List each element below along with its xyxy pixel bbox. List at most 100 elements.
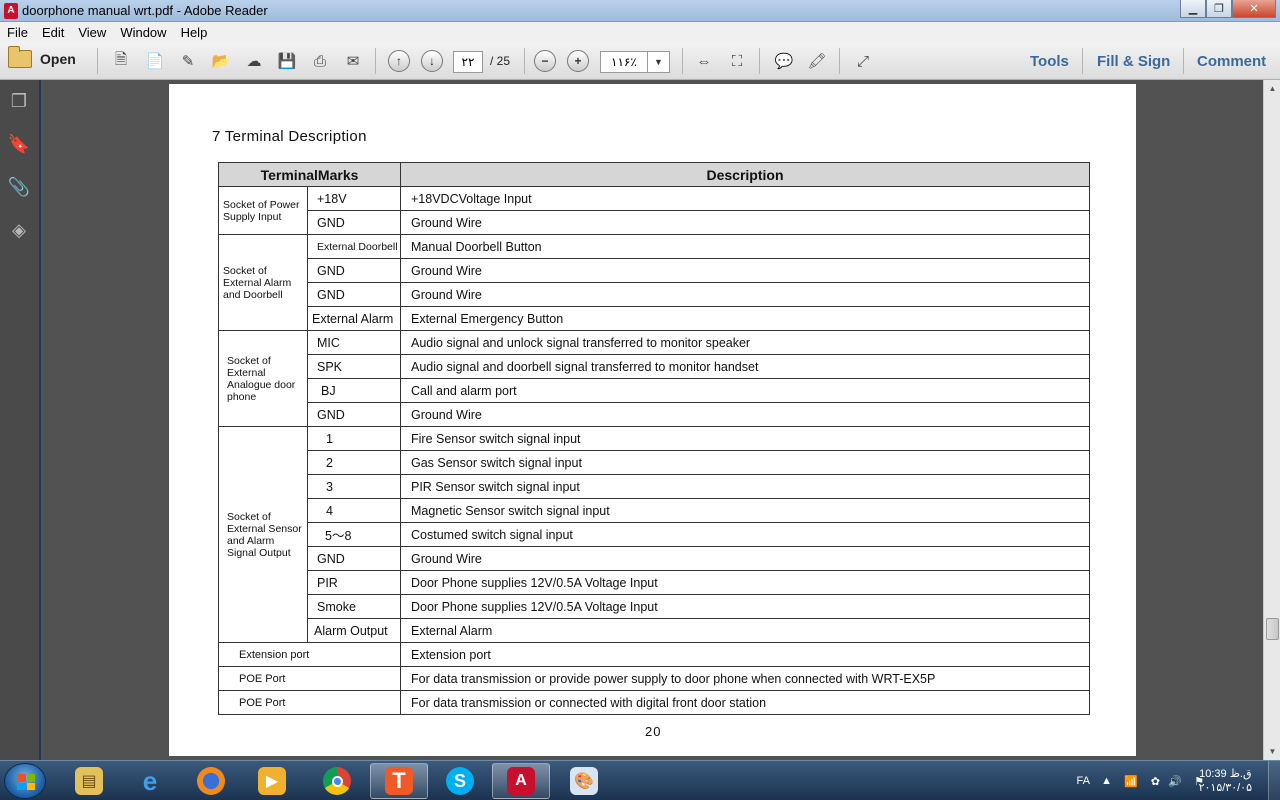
taskbar-internet-explorer[interactable]: e	[121, 763, 179, 799]
upload-cloud-icon[interactable]: ☁	[242, 50, 266, 72]
chevron-down-icon[interactable]: ▼	[647, 52, 669, 72]
scroll-down-icon[interactable]: ▼	[1264, 743, 1280, 760]
table-row: 3 PIR Sensor switch signal input	[219, 474, 1090, 499]
chevron-up-icon: ▲	[1101, 775, 1112, 787]
comment-pane-button[interactable]: Comment	[1197, 53, 1266, 70]
zoom-select[interactable]: ۱۱۶٪ ▼	[600, 51, 670, 73]
taskbar-t-app[interactable]: T	[370, 763, 428, 799]
bookmarks-icon[interactable]: 🔖	[8, 133, 30, 155]
menu-window[interactable]: Window	[113, 25, 173, 40]
title-bar: A doorphone manual wrt.pdf - Adobe Reade…	[0, 0, 1280, 22]
share-folder-icon[interactable]: 📂	[209, 50, 233, 72]
taskbar-paint[interactable]: 🎨	[555, 763, 613, 799]
table-row: BJ Call and alarm port	[219, 378, 1090, 403]
mark-cell: +18V	[307, 186, 401, 211]
vertical-scrollbar[interactable]: ▲ ▼	[1263, 80, 1280, 760]
export-pdf-icon[interactable]: 📄	[143, 50, 167, 72]
menu-edit[interactable]: Edit	[35, 25, 71, 40]
mark-cell: External Doorbell	[307, 234, 401, 259]
description-cell: Ground Wire	[400, 402, 1090, 427]
mark-cell: External Alarm	[307, 306, 401, 331]
mark-cell: 1	[307, 426, 401, 451]
print-icon[interactable]: ⎙	[308, 50, 332, 72]
taskbar-adobe-reader[interactable]: A	[492, 763, 550, 799]
table-row: Socket of External Alarm and Doorbell Ex…	[218, 234, 1090, 331]
description-cell: Ground Wire	[400, 546, 1090, 571]
network-icon[interactable]: 📶	[1124, 761, 1138, 800]
taskbar-skype[interactable]: S	[431, 763, 489, 799]
create-pdf-icon[interactable]: 🗎	[109, 50, 133, 72]
open-button[interactable]: Open	[8, 46, 76, 68]
section-heading: 7 Terminal Description	[212, 128, 367, 145]
description-cell: +18VDCVoltage Input	[400, 186, 1090, 211]
zoom-out-button[interactable]: −	[533, 50, 557, 72]
toolbar-separator	[97, 48, 98, 74]
full-screen-icon[interactable]: ⤢	[851, 50, 875, 72]
edit-pdf-icon[interactable]: ✎	[176, 50, 200, 72]
mark-cell: GND	[307, 210, 401, 235]
toolbar-separator	[524, 48, 525, 74]
scrollbar-thumb[interactable]	[1266, 618, 1279, 640]
page-number: 20	[645, 724, 662, 739]
arrow-down-icon: ↓	[421, 50, 443, 72]
speaker-icon[interactable]: 🔊	[1168, 761, 1182, 800]
maximize-button[interactable]: ❐	[1206, 0, 1232, 18]
show-hidden-icons[interactable]: ▲	[1101, 761, 1112, 800]
table-row: GND Ground Wire	[219, 546, 1090, 571]
table-row: Socket of Power Supply Input +18V +18VDC…	[218, 186, 1090, 235]
mark-cell: GND	[307, 546, 401, 571]
taskbar-explorer[interactable]: ▤	[60, 763, 118, 799]
attachments-icon[interactable]: 📎	[8, 176, 30, 198]
zoom-value: ۱۱۶٪	[611, 55, 637, 69]
taskbar-firefox[interactable]	[182, 763, 240, 799]
open-label: Open	[40, 51, 76, 67]
save-icon[interactable]: 💾	[275, 50, 299, 72]
scroll-up-icon[interactable]: ▲	[1264, 80, 1280, 97]
previous-page-button[interactable]: ↑	[387, 50, 411, 72]
description-cell: External Emergency Button	[400, 306, 1090, 331]
zoom-in-button[interactable]: +	[566, 50, 590, 72]
document-viewport[interactable]: 7 Terminal Description TerminalMarks Des…	[41, 80, 1263, 760]
page-thumbnails-icon[interactable]: ❐	[8, 90, 30, 112]
description-cell: External Alarm	[400, 618, 1090, 643]
internet-explorer-icon: e	[142, 765, 158, 796]
next-page-button[interactable]: ↓	[420, 50, 444, 72]
description-cell: Door Phone supplies 12V/0.5A Voltage Inp…	[400, 570, 1090, 595]
system-clock[interactable]: 10:39 ق.ظ ۲۰۱۵/۳۰/۰۵	[1199, 767, 1252, 795]
menu-help[interactable]: Help	[174, 25, 215, 40]
close-button[interactable]: ✕	[1232, 0, 1276, 18]
column-header-description: Description	[400, 162, 1090, 187]
table-row: Alarm Output External Alarm	[219, 618, 1090, 643]
table-row: 2 Gas Sensor switch signal input	[219, 450, 1090, 475]
group-cell: Socket of Power Supply Input	[218, 186, 308, 235]
menu-file[interactable]: File	[0, 25, 35, 40]
menu-view[interactable]: View	[71, 25, 113, 40]
table-row: 4 Magnetic Sensor switch signal input	[219, 498, 1090, 523]
firefox-icon	[197, 767, 225, 795]
tools-pane-button[interactable]: Tools	[1030, 53, 1069, 70]
taskbar-chrome[interactable]	[308, 763, 366, 799]
toolbar-separator	[682, 48, 683, 74]
fit-width-icon[interactable]: ⇔	[692, 50, 716, 72]
language-indicator[interactable]: FA	[1077, 761, 1090, 800]
arrow-up-icon: ↑	[388, 50, 410, 72]
mark-cell: Smoke	[307, 594, 401, 619]
highlight-icon[interactable]: 🖍	[805, 50, 829, 72]
security-icon[interactable]: ✿	[1151, 761, 1160, 800]
folder-icon: ▤	[75, 767, 103, 795]
layers-icon[interactable]: ◈	[8, 219, 30, 241]
email-icon[interactable]: ✉	[341, 50, 365, 72]
fit-page-icon[interactable]: ⛶	[725, 50, 749, 72]
t-app-icon: T	[385, 767, 413, 795]
fill-sign-pane-button[interactable]: Fill & Sign	[1097, 53, 1170, 70]
minimize-button[interactable]: ▁	[1180, 0, 1206, 18]
show-desktop-button[interactable]	[1268, 761, 1280, 800]
mark-cell: MIC	[307, 330, 401, 355]
sticky-note-icon[interactable]: 💬	[772, 50, 796, 72]
page-number-input[interactable]: ۲۲	[453, 51, 483, 73]
taskbar-media-player[interactable]: ▶	[243, 763, 301, 799]
table-header-row: TerminalMarks Description	[218, 162, 1090, 187]
description-cell: Call and alarm port	[400, 378, 1090, 403]
start-button[interactable]	[4, 763, 46, 799]
description-cell: Fire Sensor switch signal input	[400, 426, 1090, 451]
